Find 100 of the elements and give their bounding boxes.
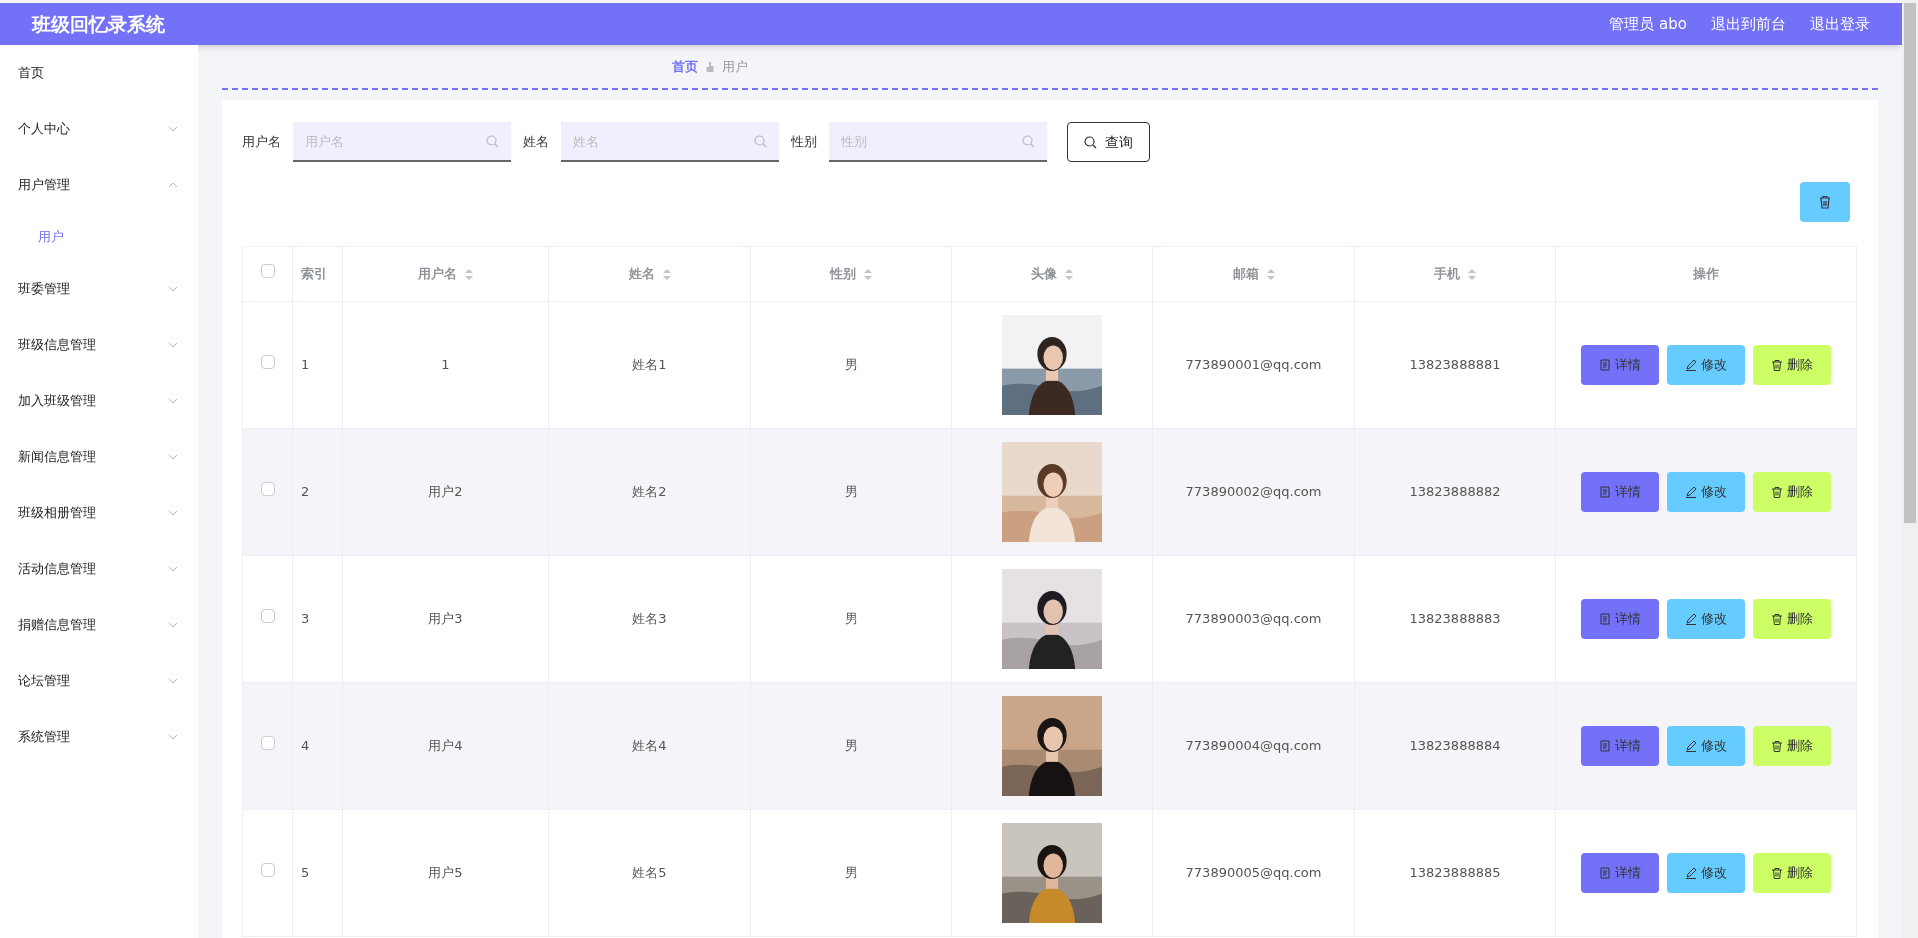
- table-cell: 男: [844, 611, 858, 627]
- search-field[interactable]: 性别: [829, 122, 1047, 162]
- table-cell: 5: [301, 865, 310, 881]
- table-cell: 姓名4: [632, 738, 667, 754]
- sidebar-item[interactable]: 论坛管理: [18, 671, 70, 691]
- edit-button[interactable]: 修改: [1667, 472, 1745, 512]
- breadcrumb-item[interactable]: 首页: [672, 56, 698, 77]
- sidebar-item[interactable]: 用户管理: [18, 175, 70, 195]
- table-cell: 13823888883: [1409, 611, 1501, 627]
- table-cell: 1: [441, 357, 450, 373]
- batch-delete-button[interactable]: [1800, 182, 1850, 222]
- checkbox[interactable]: [260, 355, 275, 370]
- user-label: 管理员 abo: [1609, 13, 1687, 35]
- table-cell: 姓名3: [632, 611, 667, 627]
- table-cell: 773890004@qq.com: [1185, 738, 1322, 754]
- field-label: 用户名: [242, 133, 281, 152]
- pencil-icon: [1685, 613, 1697, 625]
- table-cell: 男: [844, 357, 858, 373]
- sidebar-subitem[interactable]: 用户: [0, 213, 198, 261]
- table-cell: 13823888882: [1409, 484, 1501, 500]
- hand-icon: [706, 61, 714, 72]
- table-cell: 姓名2: [632, 484, 667, 500]
- sidebar-item[interactable]: 个人中心: [18, 119, 70, 139]
- checkbox[interactable]: [260, 863, 275, 878]
- table-cell: 3: [301, 611, 310, 627]
- table-cell: 13823888884: [1409, 738, 1501, 754]
- trash-icon: [1771, 613, 1783, 625]
- delete-button[interactable]: 删除: [1753, 726, 1831, 766]
- table-cell: 773890003@qq.com: [1185, 611, 1322, 627]
- sort-icon[interactable]: [1468, 268, 1476, 280]
- column-header: 索引: [301, 265, 327, 284]
- sort-icon[interactable]: [864, 268, 872, 280]
- edit-button[interactable]: 修改: [1667, 345, 1745, 385]
- delete-button[interactable]: 删除: [1753, 472, 1831, 512]
- document-icon: [1599, 359, 1611, 371]
- document-icon: [1599, 486, 1611, 498]
- table-cell: 男: [844, 738, 858, 754]
- table-cell: 用户4: [428, 738, 463, 754]
- table-cell: 2: [301, 484, 310, 500]
- field-label: 姓名: [523, 133, 549, 152]
- sort-icon[interactable]: [465, 268, 473, 280]
- delete-button[interactable]: 删除: [1753, 345, 1831, 385]
- table-cell: 773890001@qq.com: [1185, 357, 1322, 373]
- sort-icon[interactable]: [1266, 268, 1275, 280]
- scrollbar[interactable]: [1902, 0, 1918, 938]
- edit-button[interactable]: 修改: [1667, 853, 1745, 893]
- pencil-icon: [1685, 740, 1697, 752]
- document-icon: [1599, 867, 1611, 879]
- delete-button[interactable]: 删除: [1753, 853, 1831, 893]
- table-cell: 姓名5: [632, 865, 667, 881]
- breadcrumb-item: 用户: [722, 57, 748, 76]
- search-field[interactable]: 姓名: [561, 122, 779, 162]
- sidebar-item[interactable]: 新闻信息管理: [18, 447, 96, 467]
- table-cell: 1: [301, 357, 310, 373]
- trash-icon: [1771, 740, 1783, 752]
- search-button[interactable]: 查询: [1067, 122, 1150, 162]
- table-cell: 男: [844, 865, 858, 881]
- checkbox[interactable]: [260, 609, 275, 624]
- sidebar-item[interactable]: 系统管理: [18, 727, 70, 747]
- table-cell: 773890005@qq.com: [1185, 865, 1322, 881]
- edit-button[interactable]: 修改: [1667, 599, 1745, 639]
- delete-button[interactable]: 删除: [1753, 599, 1831, 639]
- sort-icon[interactable]: [1065, 268, 1073, 280]
- sidebar-item[interactable]: 捐赠信息管理: [18, 615, 96, 635]
- trash-icon: [1771, 867, 1783, 879]
- table-cell: 姓名1: [632, 357, 667, 373]
- sort-icon[interactable]: [662, 268, 671, 280]
- sidebar-item[interactable]: 加入班级管理: [18, 391, 96, 411]
- sidebar-item[interactable]: 首页: [0, 45, 198, 101]
- trash-icon: [1771, 359, 1783, 371]
- trash-icon: [1818, 195, 1832, 209]
- search-field[interactable]: 用户名: [293, 122, 511, 162]
- search-icon: [486, 135, 499, 148]
- document-icon: [1599, 613, 1611, 625]
- header-link[interactable]: 退出到前台: [1711, 12, 1786, 36]
- sidebar-item[interactable]: 班委管理: [18, 279, 70, 299]
- table-cell: 773890002@qq.com: [1185, 484, 1322, 500]
- pencil-icon: [1685, 486, 1697, 498]
- search-icon: [754, 135, 767, 148]
- table-cell: 13823888881: [1409, 357, 1501, 373]
- sidebar-item[interactable]: 活动信息管理: [18, 559, 96, 579]
- checkbox[interactable]: [260, 264, 275, 279]
- table-cell: 4: [301, 738, 310, 754]
- app-title: 班级回忆录系统: [32, 11, 165, 37]
- checkbox[interactable]: [260, 736, 275, 751]
- edit-button[interactable]: 修改: [1667, 726, 1745, 766]
- header-link[interactable]: 退出登录: [1810, 12, 1870, 36]
- column-header: 操作: [1693, 265, 1719, 284]
- scrollbar-thumb[interactable]: [1904, 3, 1916, 523]
- search-icon: [1084, 135, 1097, 149]
- trash-icon: [1771, 486, 1783, 498]
- search-icon: [1022, 135, 1035, 148]
- table-cell: 用户5: [428, 865, 463, 881]
- table-cell: 用户3: [428, 611, 463, 627]
- pencil-icon: [1685, 359, 1697, 371]
- sidebar-item[interactable]: 班级信息管理: [18, 335, 96, 355]
- pencil-icon: [1685, 867, 1697, 879]
- field-label: 性别: [791, 133, 817, 152]
- checkbox[interactable]: [260, 482, 275, 497]
- sidebar-item[interactable]: 班级相册管理: [18, 503, 96, 523]
